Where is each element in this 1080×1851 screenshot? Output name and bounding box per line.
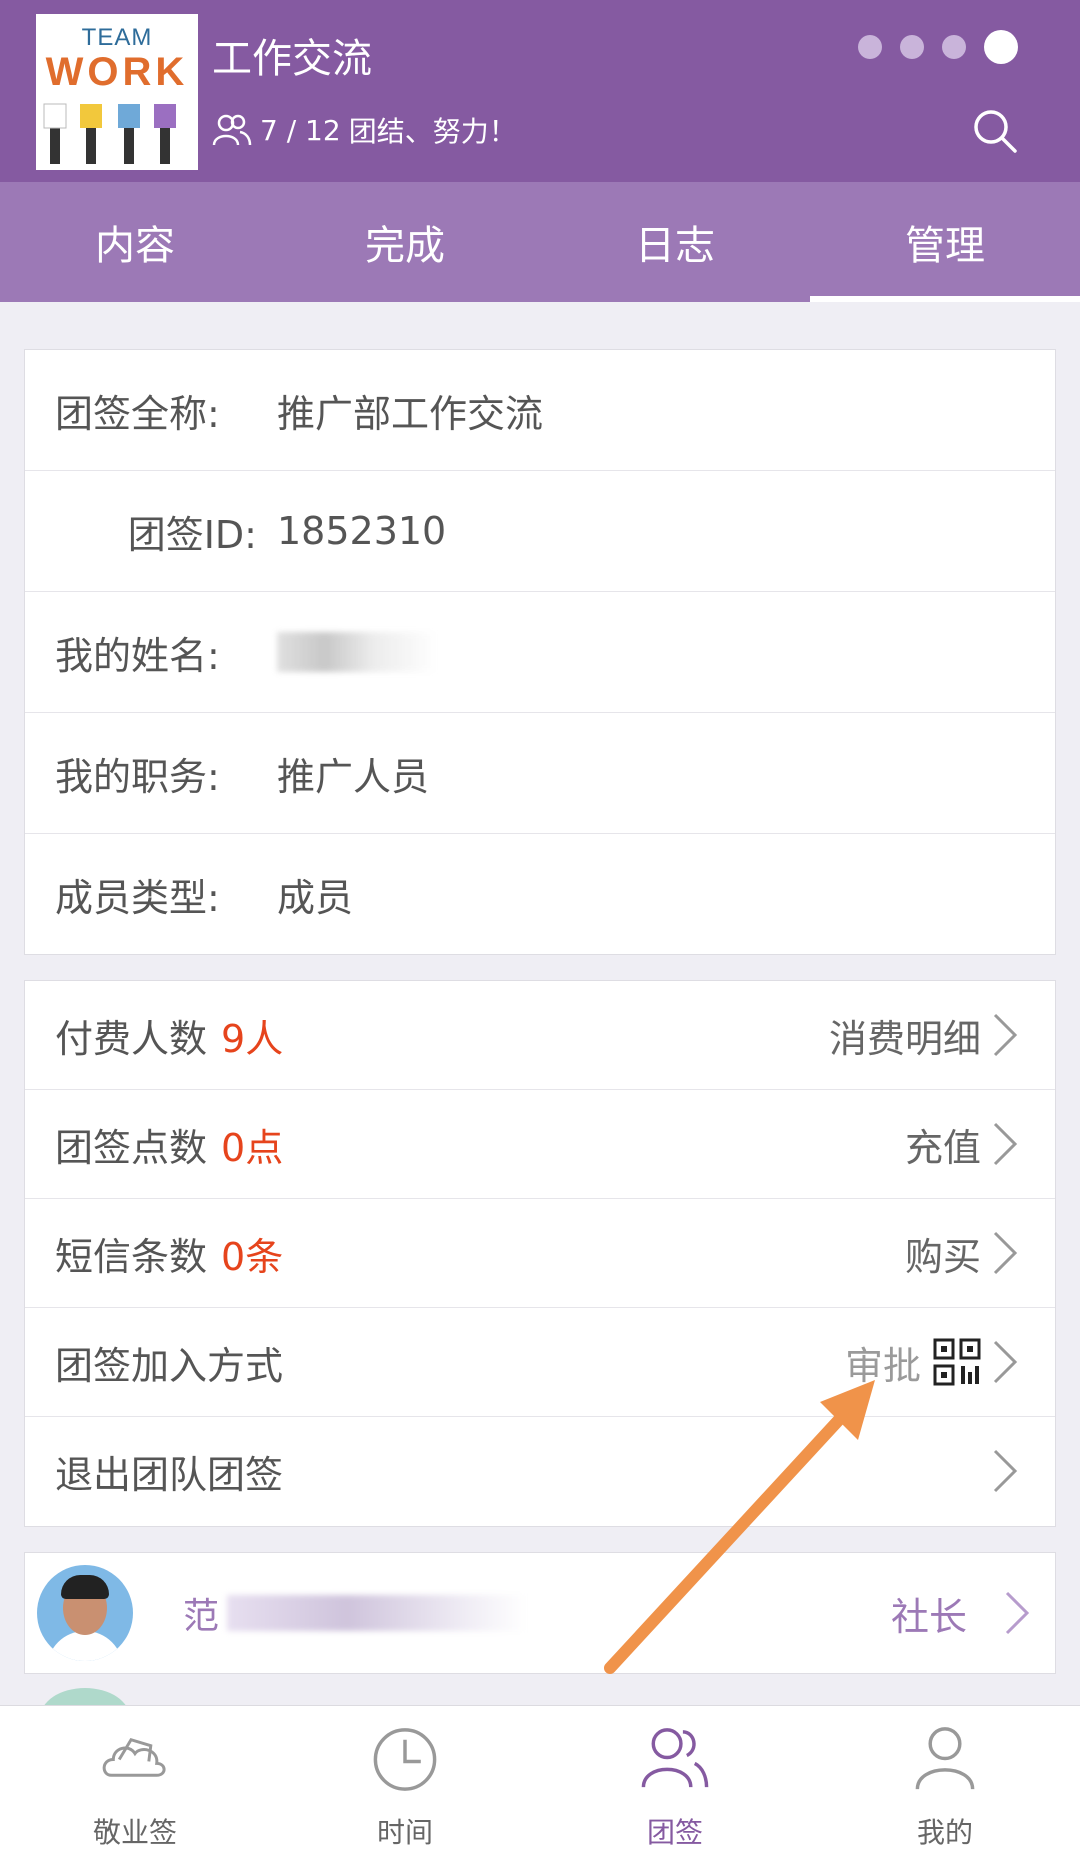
- chevron-right-icon: [993, 1340, 1018, 1384]
- paid-members-value: 9人: [221, 1016, 284, 1061]
- member-row[interactable]: 范 社长: [25, 1553, 1055, 1673]
- page-dot: [900, 35, 924, 59]
- nav-label-team: 团签: [646, 1816, 703, 1849]
- chevron-right-icon: [993, 1449, 1018, 1493]
- my-title-row[interactable]: 我的职务: 推广人员: [25, 713, 1055, 834]
- tab-log[interactable]: 日志: [540, 182, 810, 302]
- consumption-detail-label: 消费明细: [828, 1016, 981, 1061]
- nav-item-notes[interactable]: 敬业签: [0, 1706, 270, 1851]
- member-count: 7 / 12: [260, 113, 341, 147]
- page-dot-active: [984, 30, 1018, 64]
- member-role: 社长: [890, 1594, 967, 1639]
- group-title: 工作交流: [212, 36, 372, 82]
- avatar: [37, 1565, 133, 1661]
- team-icon: [641, 1728, 709, 1788]
- join-method-label: 团签加入方式: [55, 1343, 284, 1388]
- points-row[interactable]: 团签点数 0点 充值: [25, 1090, 1055, 1199]
- join-method-value: 审批: [844, 1343, 921, 1388]
- group-info-card: 团签全称: 推广部工作交流 团签ID: 1852310 我的姓名: 我的职务: …: [24, 349, 1056, 955]
- points-label: 团签点数: [55, 1125, 208, 1170]
- sms-label: 短信条数: [55, 1234, 208, 1279]
- tab-manage[interactable]: 管理: [810, 182, 1080, 302]
- quit-group-label: 退出团队团签: [55, 1452, 284, 1497]
- my-name-label: 我的姓名:: [55, 633, 220, 678]
- app-header: TEAM WORK 工作交流 7 / 12 团结、努力！: [0, 0, 1080, 182]
- full-name-label: 团签全称:: [55, 391, 220, 436]
- member-type-value: 成员: [277, 875, 354, 920]
- search-icon[interactable]: [970, 106, 1020, 156]
- logo-team-text: TEAM: [81, 24, 153, 51]
- points-value: 0点: [221, 1125, 284, 1170]
- members-icon: [212, 114, 252, 146]
- bottom-nav: 敬业签 时间 团签 我的: [0, 1705, 1080, 1851]
- page-dot: [858, 35, 882, 59]
- logo-work-text: WORK: [45, 50, 189, 94]
- nav-label-time: 时间: [376, 1816, 433, 1849]
- member-name: 范: [183, 1587, 528, 1639]
- nav-label-me: 我的: [916, 1816, 973, 1849]
- nav-item-time[interactable]: 时间: [270, 1706, 540, 1851]
- qr-code-icon[interactable]: [933, 1338, 981, 1386]
- paid-members-row[interactable]: 付费人数 9人 消费明细: [25, 981, 1055, 1090]
- page-indicator: [858, 30, 1018, 64]
- sms-value: 0条: [221, 1234, 284, 1279]
- team-logo[interactable]: TEAM WORK: [36, 14, 198, 170]
- recharge-label: 充值: [904, 1125, 981, 1170]
- my-name-value-blurred: [277, 632, 437, 672]
- tab-content[interactable]: 内容: [0, 182, 270, 302]
- clock-icon: [373, 1728, 437, 1791]
- group-slogan: 团结、努力！: [348, 115, 517, 148]
- recharge-link[interactable]: 充值: [905, 1117, 1019, 1172]
- my-name-row[interactable]: 我的姓名:: [25, 592, 1055, 713]
- chevron-right-icon: [993, 1013, 1018, 1057]
- member-type-row: 成员类型: 成员: [25, 834, 1055, 954]
- group-id-value: 1852310: [277, 509, 447, 553]
- group-actions-card: 付费人数 9人 消费明细 团签点数 0点 充值 短信条数 0条 购买 团签加入方…: [24, 980, 1056, 1527]
- chevron-right-icon: [1005, 1591, 1030, 1635]
- paid-members-label: 付费人数: [55, 1016, 208, 1061]
- nav-item-team[interactable]: 团签: [540, 1706, 810, 1851]
- page-dot: [942, 35, 966, 59]
- buy-sms-label: 购买: [904, 1234, 981, 1279]
- join-method-row[interactable]: 团签加入方式 审批: [25, 1308, 1055, 1417]
- my-title-label: 我的职务:: [55, 754, 220, 799]
- tab-bar: 内容 完成 日志 管理: [0, 182, 1080, 302]
- member-list-card: 范 社长: [24, 1552, 1056, 1674]
- cloud-note-icon: [102, 1738, 166, 1777]
- member-type-label: 成员类型:: [55, 875, 220, 920]
- quit-group-row[interactable]: 退出团队团签: [25, 1417, 1055, 1525]
- member-name-blurred: [227, 1595, 528, 1631]
- group-id-label: 团签ID:: [127, 512, 257, 557]
- full-name-value: 推广部工作交流: [277, 391, 544, 436]
- chevron-right-icon: [993, 1122, 1018, 1166]
- user-icon: [915, 1727, 975, 1790]
- member-name-prefix: 范: [183, 1596, 220, 1637]
- my-title-value: 推广人员: [277, 754, 430, 799]
- nav-label-notes: 敬业签: [92, 1816, 177, 1849]
- tab-done[interactable]: 完成: [270, 182, 540, 302]
- buy-sms-link[interactable]: 购买: [905, 1226, 1019, 1281]
- group-id-row: 团签ID: 1852310: [25, 471, 1055, 592]
- nav-item-me[interactable]: 我的: [810, 1706, 1080, 1851]
- group-subtitle: 7 / 12 团结、努力！: [212, 110, 517, 150]
- consumption-detail-link[interactable]: 消费明细: [829, 1008, 1019, 1063]
- sms-row[interactable]: 短信条数 0条 购买: [25, 1199, 1055, 1308]
- logo-people-figures: [43, 103, 176, 164]
- chevron-right-icon: [993, 1231, 1018, 1275]
- full-name-row: 团签全称: 推广部工作交流: [25, 350, 1055, 471]
